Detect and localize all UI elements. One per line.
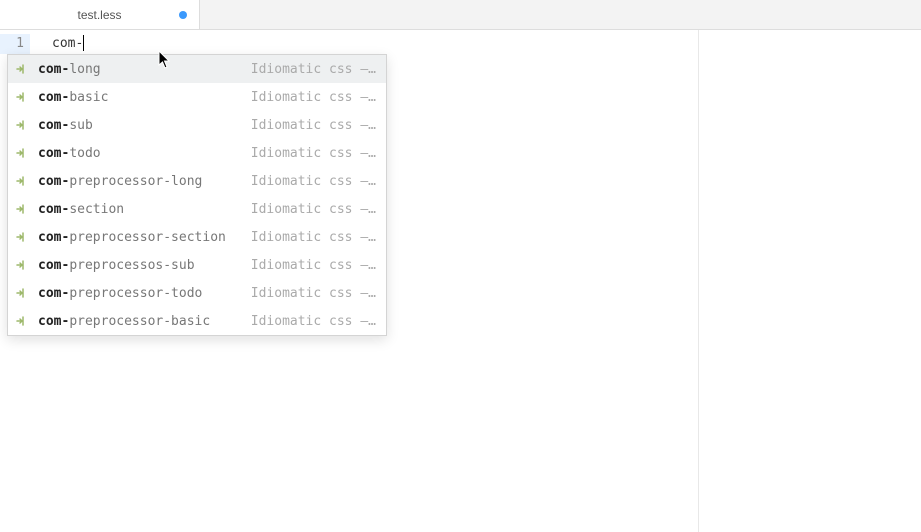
- unsaved-indicator-icon: [179, 11, 187, 19]
- line-number: 1: [0, 34, 30, 54]
- autocomplete-item[interactable]: com-section Idiomatic css –…: [8, 195, 386, 223]
- text-cursor-icon: [83, 35, 84, 51]
- autocomplete-item[interactable]: com-preprocessor-todo Idiomatic css –…: [8, 279, 386, 307]
- autocomplete-label: com-preprocessor-long: [38, 174, 243, 189]
- autocomplete-description: Idiomatic css –…: [251, 258, 376, 273]
- typed-text: com-: [52, 36, 83, 51]
- snippet-icon: [14, 285, 30, 301]
- autocomplete-item[interactable]: com-preprocessor-long Idiomatic css –…: [8, 167, 386, 195]
- snippet-icon: [14, 89, 30, 105]
- autocomplete-label: com-section: [38, 202, 243, 217]
- snippet-icon: [14, 61, 30, 77]
- file-tab[interactable]: test.less: [0, 0, 200, 29]
- autocomplete-description: Idiomatic css –…: [251, 286, 376, 301]
- tab-filename: test.less: [77, 8, 121, 22]
- snippet-icon: [14, 201, 30, 217]
- autocomplete-label: com-preprocessos-sub: [38, 258, 243, 273]
- autocomplete-description: Idiomatic css –…: [251, 230, 376, 245]
- autocomplete-description: Idiomatic css –…: [251, 118, 376, 133]
- autocomplete-item[interactable]: com-basic Idiomatic css –…: [8, 83, 386, 111]
- autocomplete-description: Idiomatic css –…: [251, 62, 376, 77]
- autocomplete-label: com-sub: [38, 118, 243, 133]
- autocomplete-item[interactable]: com-long Idiomatic css –…: [8, 55, 386, 83]
- autocomplete-label: com-preprocessor-section: [38, 230, 243, 245]
- autocomplete-description: Idiomatic css –…: [251, 314, 376, 329]
- autocomplete-label: com-basic: [38, 90, 243, 105]
- snippet-icon: [14, 117, 30, 133]
- autocomplete-item[interactable]: com-todo Idiomatic css –…: [8, 139, 386, 167]
- autocomplete-item[interactable]: com-sub Idiomatic css –…: [8, 111, 386, 139]
- autocomplete-label: com-preprocessor-todo: [38, 286, 243, 301]
- snippet-icon: [14, 313, 30, 329]
- snippet-icon: [14, 173, 30, 189]
- autocomplete-description: Idiomatic css –…: [251, 174, 376, 189]
- autocomplete-description: Idiomatic css –…: [251, 90, 376, 105]
- autocomplete-item[interactable]: com-preprocessos-sub Idiomatic css –…: [8, 251, 386, 279]
- autocomplete-description: Idiomatic css –…: [251, 146, 376, 161]
- code-line[interactable]: com-: [44, 34, 698, 54]
- snippet-icon: [14, 145, 30, 161]
- tab-bar: test.less: [0, 0, 921, 30]
- autocomplete-item[interactable]: com-preprocessor-basic Idiomatic css –…: [8, 307, 386, 335]
- autocomplete-label: com-long: [38, 62, 243, 77]
- autocomplete-label: com-todo: [38, 146, 243, 161]
- autocomplete-item[interactable]: com-preprocessor-section Idiomatic css –…: [8, 223, 386, 251]
- editor-right-margin: [699, 30, 921, 532]
- autocomplete-popup: com-long Idiomatic css –… com-basic Idiomat…: [7, 54, 387, 336]
- tab-bar-empty: [200, 0, 921, 29]
- snippet-icon: [14, 229, 30, 245]
- snippet-icon: [14, 257, 30, 273]
- autocomplete-label: com-preprocessor-basic: [38, 314, 243, 329]
- autocomplete-description: Idiomatic css –…: [251, 202, 376, 217]
